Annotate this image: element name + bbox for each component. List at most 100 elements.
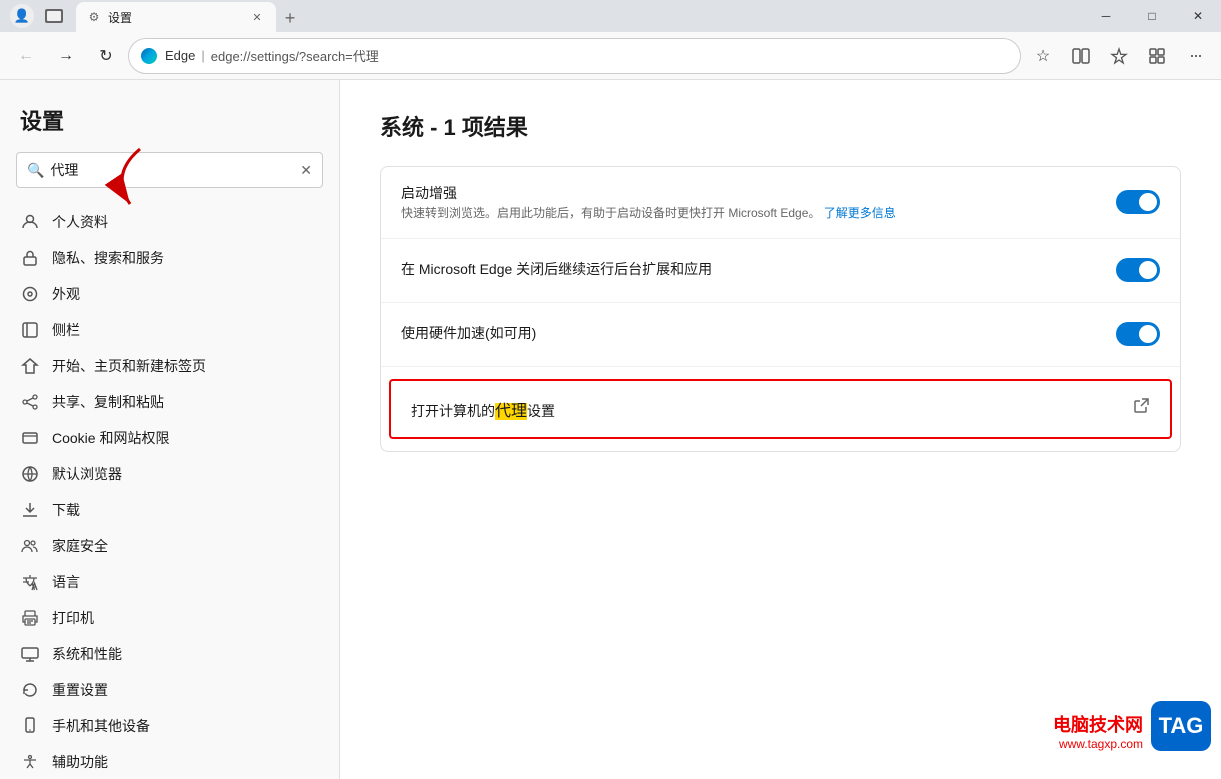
sidebar-item-language[interactable]: 语言 — [0, 564, 339, 600]
back-button[interactable]: ← — [8, 38, 44, 74]
profile-icon — [20, 212, 40, 232]
hardware-content: 使用硬件加速(如可用) — [401, 323, 1116, 345]
address-separator: | — [201, 48, 204, 63]
sidebar-item-start[interactable]: 开始、主页和新建标签页 — [0, 348, 339, 384]
hardware-toggle[interactable] — [1116, 322, 1160, 346]
content-area: 系统 - 1 项结果 启动增强 快速转到浏览选。启用此功能后，有助于启动设备时更… — [340, 80, 1221, 779]
proxy-title-before: 打开计算机的 — [411, 403, 495, 419]
watermark-tag: TAG — [1151, 701, 1211, 751]
sidebar: 设置 🔍 ✕ 个人资料 — [0, 80, 340, 779]
watermark: 电脑技术网 www.tagxp.com TAG — [1053, 701, 1211, 751]
sidebar-item-accessibility[interactable]: 辅助功能 — [0, 744, 339, 779]
sidebar-item-label: 共享、复制和粘贴 — [52, 392, 164, 412]
sidebar-item-label: 开始、主页和新建标签页 — [52, 356, 206, 376]
sidebar-item-label: Cookie 和网站权限 — [52, 428, 169, 448]
sidebar-item-mobile[interactable]: 手机和其他设备 — [0, 708, 339, 744]
background-content: 在 Microsoft Edge 关闭后继续运行后台扩展和应用 — [401, 259, 1116, 281]
active-tab[interactable]: ⚙ 设置 ✕ — [76, 2, 276, 32]
sidebar-item-label: 下载 — [52, 500, 80, 520]
sidebar-item-share[interactable]: 共享、复制和粘贴 — [0, 384, 339, 420]
tab-title: 设置 — [108, 9, 242, 26]
sidebar-item-label: 重置设置 — [52, 680, 108, 700]
sidebar-item-default-browser[interactable]: 默认浏览器 — [0, 456, 339, 492]
sidebar-item-reset[interactable]: 重置设置 — [0, 672, 339, 708]
hardware-title: 使用硬件加速(如可用) — [401, 323, 1116, 343]
sidebar-item-sidebar[interactable]: 侧栏 — [0, 312, 339, 348]
nav-right-buttons: ☆ ··· — [1025, 38, 1213, 74]
window-controls: ─ □ ✕ — [1083, 0, 1221, 32]
sidebar-item-label: 个人资料 — [52, 212, 108, 232]
sidebar-item-label: 打印机 — [52, 608, 94, 628]
title-bar-left: 👤 ⚙ 设置 ✕ + — [0, 0, 304, 32]
watermark-site: 电脑技术网 — [1053, 711, 1143, 737]
sidebar-item-label: 语言 — [52, 572, 80, 592]
sidebar-item-printer[interactable]: 打印机 — [0, 600, 339, 636]
maximize-button[interactable]: □ — [1129, 0, 1175, 32]
startup-desc: 快速转到浏览选。启用此功能后，有助于启动设备时更快打开 Microsoft Ed… — [401, 205, 1116, 222]
forward-button[interactable]: → — [48, 38, 84, 74]
address-bar[interactable]: Edge | edge://settings/?search=代理 — [128, 38, 1021, 74]
sidebar-icon — [20, 320, 40, 340]
sidebar-item-family[interactable]: 家庭安全 — [0, 528, 339, 564]
search-box[interactable]: 🔍 ✕ — [16, 152, 323, 188]
appearance-icon — [20, 284, 40, 304]
sidebar-item-label: 默认浏览器 — [52, 464, 122, 484]
sidebar-item-label: 隐私、搜索和服务 — [52, 248, 164, 268]
privacy-icon — [20, 248, 40, 268]
settings-card: 启动增强 快速转到浏览选。启用此功能后，有助于启动设备时更快打开 Microso… — [380, 166, 1181, 452]
reset-icon — [20, 680, 40, 700]
favorites-button[interactable] — [1101, 38, 1137, 74]
tab-close-button[interactable]: ✕ — [248, 8, 266, 26]
search-icon: 🔍 — [27, 162, 44, 179]
collections-button[interactable] — [1139, 38, 1175, 74]
sidebar-item-cookies[interactable]: Cookie 和网站权限 — [0, 420, 339, 456]
sidebar-item-label: 手机和其他设备 — [52, 716, 150, 736]
sidebar-item-privacy[interactable]: 隐私、搜索和服务 — [0, 240, 339, 276]
background-toggle[interactable] — [1116, 258, 1160, 282]
tab-area: ⚙ 设置 ✕ + — [68, 0, 304, 32]
downloads-icon — [20, 500, 40, 520]
proxy-settings-row[interactable]: 打开计算机的代理设置 — [389, 379, 1172, 439]
share-icon — [20, 392, 40, 412]
learn-more-link[interactable]: 了解更多信息 — [824, 206, 896, 220]
close-button[interactable]: ✕ — [1175, 0, 1221, 32]
proxy-keyword: 代理 — [495, 403, 527, 420]
new-tab-button[interactable]: + — [276, 4, 304, 32]
sidebar-item-label: 侧栏 — [52, 320, 80, 340]
search-input[interactable] — [50, 162, 294, 178]
main-layout: 设置 🔍 ✕ 个人资料 — [0, 80, 1221, 779]
mobile-icon — [20, 716, 40, 736]
startup-content: 启动增强 快速转到浏览选。启用此功能后，有助于启动设备时更快打开 Microso… — [401, 183, 1116, 222]
start-icon — [20, 356, 40, 376]
sidebar-item-label: 辅助功能 — [52, 752, 108, 772]
settings-row-startup: 启动增强 快速转到浏览选。启用此功能后，有助于启动设备时更快打开 Microso… — [381, 167, 1180, 239]
accessibility-icon — [20, 752, 40, 772]
watermark-url: www.tagxp.com — [1053, 737, 1143, 751]
background-title: 在 Microsoft Edge 关闭后继续运行后台扩展和应用 — [401, 259, 1116, 279]
proxy-title-after: 设置 — [527, 403, 555, 419]
external-link-icon — [1132, 397, 1150, 420]
cookies-icon — [20, 428, 40, 448]
favorites-star-button[interactable]: ☆ — [1025, 38, 1061, 74]
sidebar-item-downloads[interactable]: 下载 — [0, 492, 339, 528]
language-icon — [20, 572, 40, 592]
sidebar-item-label: 系统和性能 — [52, 644, 122, 664]
address-site-name: Edge — [165, 48, 195, 63]
sidebar-item-appearance[interactable]: 外观 — [0, 276, 339, 312]
more-button[interactable]: ··· — [1177, 38, 1213, 74]
system-icon — [20, 644, 40, 664]
minimize-button[interactable]: ─ — [1083, 0, 1129, 32]
refresh-button[interactable]: ↻ — [88, 38, 124, 74]
sidebar-item-profile[interactable]: 个人资料 — [0, 204, 339, 240]
watermark-text: 电脑技术网 www.tagxp.com — [1053, 711, 1143, 751]
content-title: 系统 - 1 项结果 — [380, 110, 1181, 142]
startup-toggle[interactable] — [1116, 190, 1160, 214]
search-clear-button[interactable]: ✕ — [300, 162, 312, 179]
proxy-content: 打开计算机的代理设置 — [411, 397, 1132, 421]
startup-title: 启动增强 — [401, 183, 1116, 203]
nav-bar: ← → ↻ Edge | edge://settings/?search=代理 … — [0, 32, 1221, 80]
sidebar-item-system[interactable]: 系统和性能 — [0, 636, 339, 672]
settings-row-hardware: 使用硬件加速(如可用) — [381, 303, 1180, 367]
split-screen-button[interactable] — [1063, 38, 1099, 74]
tab-favicon: ⚙ — [86, 9, 102, 25]
